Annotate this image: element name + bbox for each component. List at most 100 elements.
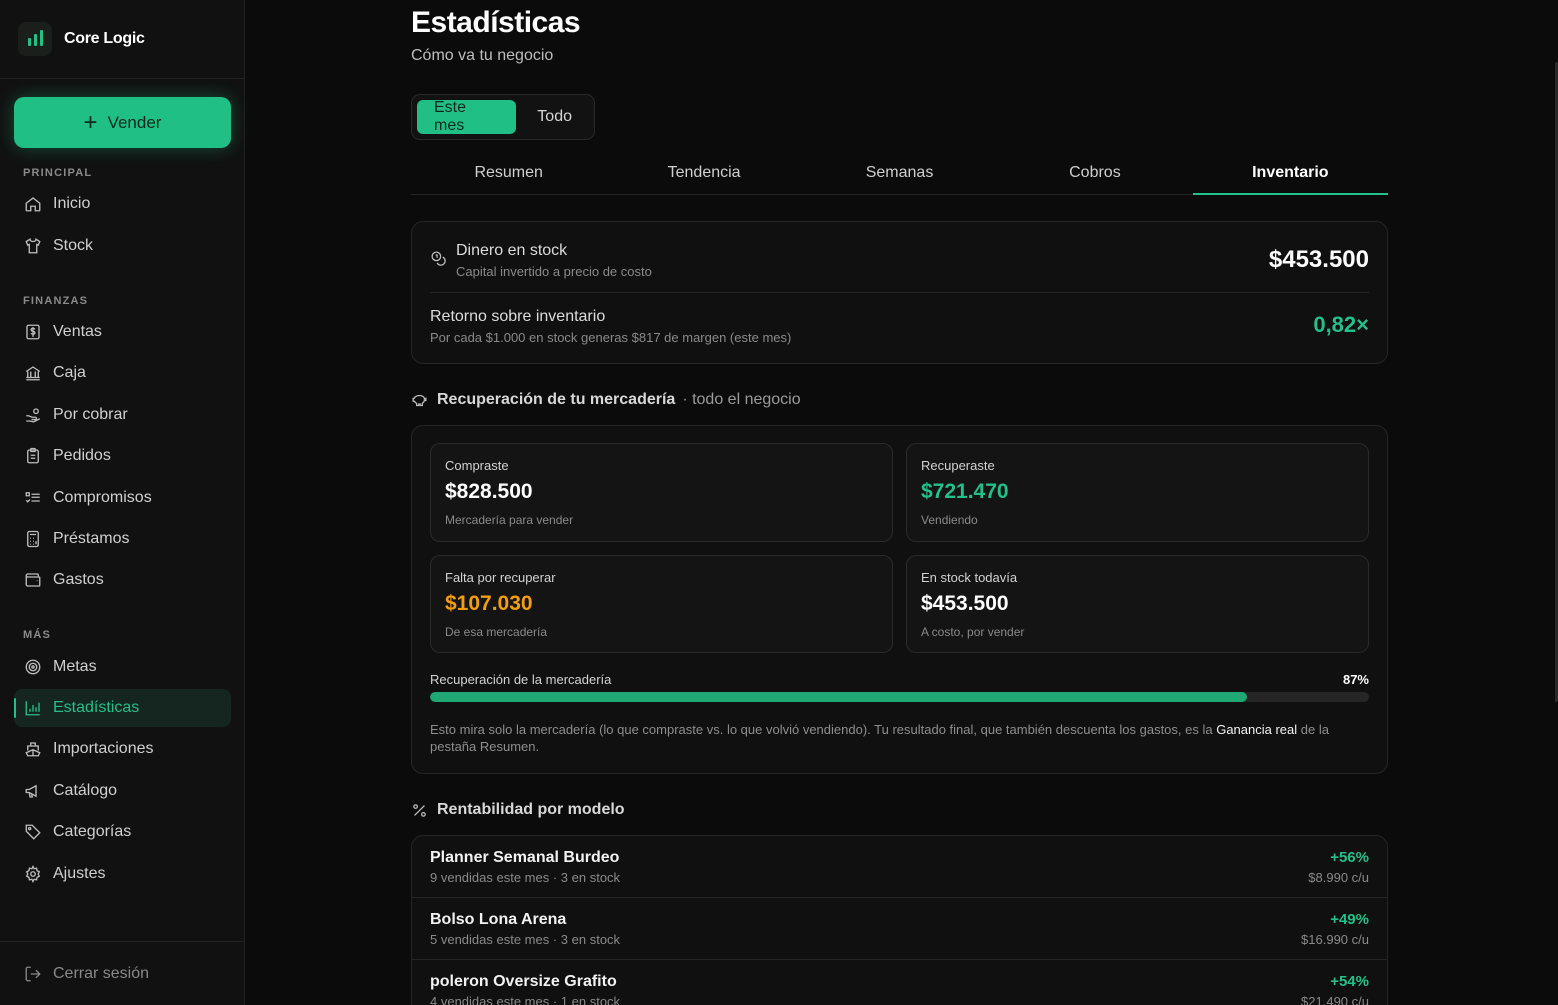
megaphone-icon xyxy=(23,781,43,801)
model-margin: +49% xyxy=(1330,911,1369,928)
sidebar-item-label: Categorías xyxy=(53,823,132,840)
clipboard-icon xyxy=(23,446,43,466)
model-margin: +54% xyxy=(1330,973,1369,990)
list-item[interactable]: Planner Semanal Burdeo 9 vendidas este m… xyxy=(412,836,1387,898)
sidebar: Core Logic + Vender PRINCIPAL Inicio Sto… xyxy=(0,0,245,1005)
tile-recovered: Recuperaste $721.470 Vendiendo xyxy=(906,443,1369,542)
sidebar-item-gastos[interactable]: Gastos xyxy=(14,561,231,599)
logout-icon xyxy=(23,964,43,984)
tile-in-stock: En stock todavía $453.500 A costo, por v… xyxy=(906,555,1369,653)
sidebar-item-label: Por cobrar xyxy=(53,406,128,423)
sell-button[interactable]: + Vender xyxy=(14,97,231,148)
model-price: $21.490 c/u xyxy=(1301,994,1369,1005)
list-item[interactable]: Bolso Lona Arena 5 vendidas este mes · 3… xyxy=(412,898,1387,960)
piggy-bank-icon xyxy=(411,392,428,409)
bar-chart-icon xyxy=(23,698,43,718)
logout-label: Cerrar sesión xyxy=(53,965,150,982)
gear-icon xyxy=(23,864,43,884)
recovery-card: Compraste $828.500 Mercadería para vende… xyxy=(411,425,1388,774)
list-item[interactable]: poleron Oversize Grafito 4 vendidas este… xyxy=(412,960,1387,1005)
sidebar-item-label: Caja xyxy=(53,364,86,381)
model-name: Bolso Lona Arena xyxy=(430,911,567,928)
stats-tabs: Resumen Tendencia Semanas Cobros Inventa… xyxy=(411,152,1389,195)
tab-resumen[interactable]: Resumen xyxy=(411,152,606,194)
money-in-stock-label: Dinero en stock xyxy=(456,242,568,259)
money-in-stock-value: $453.500 xyxy=(1268,246,1369,273)
model-margin: +56% xyxy=(1330,849,1369,866)
sidebar-item-label: Catálogo xyxy=(53,782,118,799)
inventory-return-label: Retorno sobre inventario xyxy=(430,308,606,325)
app-root: Core Logic + Vender PRINCIPAL Inicio Sto… xyxy=(0,0,1558,1005)
period-option-all[interactable]: Todo xyxy=(520,100,589,134)
tile-label: Recuperaste xyxy=(921,458,995,473)
sidebar-item-compromisos[interactable]: Compromisos xyxy=(14,479,231,517)
sidebar-item-ventas[interactable]: Ventas xyxy=(14,313,231,351)
sidebar-item-ajustes[interactable]: Ajustes xyxy=(14,855,231,893)
model-name: Planner Semanal Burdeo xyxy=(430,849,620,866)
tile-sub: Mercadería para vender xyxy=(445,513,574,527)
page-subtitle: Cómo va tu negocio xyxy=(411,47,554,64)
sell-button-label: Vender xyxy=(107,112,162,132)
tile-bought: Compraste $828.500 Mercadería para vende… xyxy=(430,443,893,542)
brand[interactable]: Core Logic xyxy=(0,0,244,79)
tab-tendencia[interactable]: Tendencia xyxy=(606,152,801,194)
sidebar-item-label: Préstamos xyxy=(53,530,130,547)
sidebar-item-label: Ajustes xyxy=(53,865,106,882)
money-in-stock-row: Dinero en stock Capital invertido a prec… xyxy=(430,222,1369,293)
logout-button[interactable]: Cerrar sesión xyxy=(14,955,231,993)
recovery-progress-fill xyxy=(430,692,1247,702)
period-option-this-month[interactable]: Este mes xyxy=(417,99,517,134)
inventory-return-sub: Por cada $1.000 en stock generas $817 de… xyxy=(430,330,792,345)
plus-icon: + xyxy=(83,108,98,136)
tile-pending: Falta por recuperar $107.030 De esa merc… xyxy=(430,555,893,653)
sidebar-item-categorias[interactable]: Categorías xyxy=(14,813,231,851)
sidebar-item-inicio[interactable]: Inicio xyxy=(14,185,231,223)
sidebar-item-label: Importaciones xyxy=(53,740,154,757)
page-title: Estadísticas xyxy=(411,6,581,39)
sidebar-item-caja[interactable]: Caja xyxy=(14,354,231,392)
sidebar-item-metas[interactable]: Metas xyxy=(14,648,231,686)
sidebar-item-label: Gastos xyxy=(53,571,104,588)
home-icon xyxy=(23,194,43,214)
sidebar-item-catalogo[interactable]: Catálogo xyxy=(14,772,231,810)
model-price: $16.990 c/u xyxy=(1301,932,1369,947)
percent-icon xyxy=(411,802,428,819)
sidebar-item-pedidos[interactable]: Pedidos xyxy=(14,437,231,475)
nav-section-finanzas: FINANZAS xyxy=(23,295,89,307)
model-sub: 5 vendidas este mes · 3 en stock xyxy=(430,932,621,947)
sidebar-item-por-cobrar[interactable]: Por cobrar xyxy=(14,396,231,434)
tile-label: En stock todavía xyxy=(921,570,1018,585)
tab-cobros[interactable]: Cobros xyxy=(997,152,1192,194)
model-sub: 9 vendidas este mes · 3 en stock xyxy=(430,870,621,885)
sidebar-item-label: Estadísticas xyxy=(53,699,140,716)
tile-value: $828.500 xyxy=(445,480,533,503)
tile-sub: A costo, por vender xyxy=(921,625,1025,639)
sidebar-item-importaciones[interactable]: Importaciones xyxy=(14,730,231,768)
nav-section-mas: MÁS xyxy=(23,629,52,641)
models-title: Rentabilidad por modelo xyxy=(437,801,625,818)
note-highlight[interactable]: Ganancia real xyxy=(1216,722,1297,737)
tile-value: $107.030 xyxy=(445,592,533,615)
tile-value: $453.500 xyxy=(921,592,1009,615)
sidebar-item-label: Metas xyxy=(53,658,97,675)
sidebar-item-label: Compromisos xyxy=(53,489,152,506)
money-in-stock-sub: Capital invertido a precio de costo xyxy=(456,264,652,279)
recovery-heading: Recuperación de tu mercadería · todo el … xyxy=(411,391,801,409)
model-sub: 4 vendidas este mes · 1 en stock xyxy=(430,994,621,1005)
recovery-progress-bar xyxy=(430,692,1369,702)
tile-value: $721.470 xyxy=(921,480,1009,503)
tile-label: Falta por recuperar xyxy=(445,570,556,585)
sidebar-item-estadisticas[interactable]: Estadísticas xyxy=(14,689,231,727)
recovery-note: Esto mira solo la mercadería (lo que com… xyxy=(430,722,1329,754)
wallet-icon xyxy=(23,570,43,590)
sidebar-item-stock[interactable]: Stock xyxy=(14,227,231,265)
models-card: Planner Semanal Burdeo 9 vendidas este m… xyxy=(411,835,1388,1005)
sidebar-footer: Cerrar sesión xyxy=(0,941,244,1005)
tile-label: Compraste xyxy=(445,458,509,473)
nav-section-principal: PRINCIPAL xyxy=(23,167,93,179)
calculator-icon xyxy=(23,529,43,549)
model-price: $8.990 c/u xyxy=(1308,870,1369,885)
sidebar-item-prestamos[interactable]: Préstamos xyxy=(14,520,231,558)
tab-inventario[interactable]: Inventario xyxy=(1192,152,1389,195)
tab-semanas[interactable]: Semanas xyxy=(802,152,997,194)
